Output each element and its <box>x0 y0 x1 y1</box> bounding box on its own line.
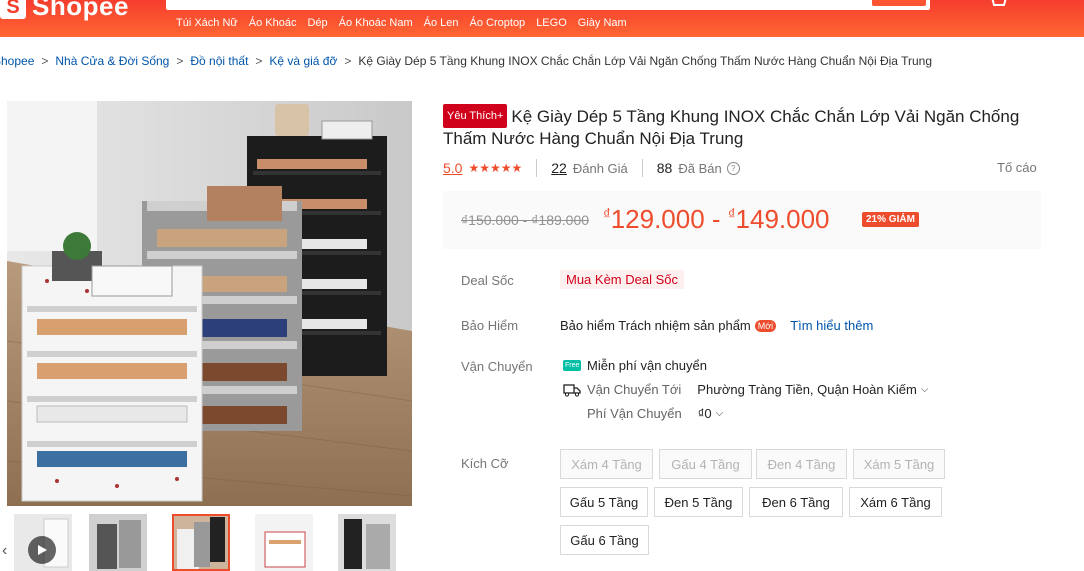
price-min: 129.000 <box>610 204 705 234</box>
search-hint-link[interactable]: Áo Khoác <box>249 17 297 29</box>
product-main-image[interactable] <box>7 101 412 506</box>
thumbnail-strip: ‹ <box>2 514 414 571</box>
ship-fee-row: Phí Vận Chuyển ₫0 ⌵ <box>587 406 723 421</box>
discount-badge: 21% GIẢM <box>862 212 919 227</box>
preferred-plus-badge: Yêu Thích+ <box>443 104 508 128</box>
chevron-right-icon: > <box>41 54 49 68</box>
currency-symbol: ₫ <box>603 206 611 223</box>
size-option-button: Đen 4 Tầng <box>756 449 847 479</box>
chevron-down-icon[interactable]: ⌵ <box>716 408 724 419</box>
shopee-bag-icon: S <box>0 0 26 19</box>
thumbnail-5[interactable] <box>338 514 396 571</box>
play-triangle <box>38 545 47 555</box>
thumbnail-4[interactable] <box>255 514 313 571</box>
shopee-logo[interactable]: S Shopee <box>0 0 129 22</box>
search-hint-link[interactable]: Giày Nam <box>578 17 627 29</box>
search-hint-link[interactable]: Túi Xách Nữ <box>176 17 238 29</box>
review-count[interactable]: 22 <box>551 160 567 176</box>
review-label: Đánh Giá <box>572 160 628 176</box>
ship-to-row: Vận Chuyển Tới Phường Tràng Tiền, Quận H… <box>563 382 928 397</box>
new-badge: Mới <box>754 319 777 332</box>
size-option-button[interactable]: Đen 6 Tầng <box>749 487 843 517</box>
price-box: ₫150.000 - ₫189.000 ₫129.000 - ₫149.000 … <box>443 191 1041 249</box>
chevron-right-icon: > <box>344 54 352 68</box>
ship-to-label: Vận Chuyển Tới <box>587 382 682 397</box>
free-badge-text: Free <box>565 362 580 369</box>
thumb-5-art <box>338 514 396 571</box>
breadcrumb-current: Kệ Giày Dép 5 Tầng Khung INOX Chắc Chắn … <box>358 54 932 68</box>
breadcrumb-link[interactable]: Shopee <box>0 54 34 68</box>
play-icon[interactable] <box>28 536 56 564</box>
ship-to-location[interactable]: Phường Tràng Tiền, Quận Hoàn Kiếm <box>697 382 917 397</box>
price-separator: - <box>711 204 721 234</box>
size-option-button: Xám 5 Tầng <box>853 449 945 479</box>
divider <box>641 159 643 177</box>
thumb-4-art <box>255 514 313 571</box>
chevron-right-icon: > <box>176 54 184 68</box>
breadcrumb-link[interactable]: Kệ và giá đỡ <box>269 54 337 68</box>
size-label: Kích Cỡ <box>461 456 509 471</box>
ship-fee-label: Phí Vận Chuyển <box>587 406 682 421</box>
search-suggestions: Túi Xách Nữ Áo Khoác Dép Áo Khoác Nam Áo Len… <box>176 17 638 29</box>
cart-icon[interactable] <box>988 0 1008 8</box>
breadcrumb: Shopee > Nhà Cửa & Đời Sống > Đồ nội thất > Kệ… <box>0 54 932 68</box>
size-option-button[interactable]: Gấu 5 Tầng <box>560 487 648 517</box>
thumb-3-art <box>172 514 230 571</box>
free-shipping-row: Free Miễn phí vận chuyển <box>563 358 707 373</box>
ship-fee-value[interactable]: ₫0 <box>698 406 712 421</box>
truck-icon <box>563 383 581 397</box>
logo-text: Shopee <box>32 0 129 21</box>
learn-more-link[interactable]: Tìm hiểu thêm <box>790 318 873 333</box>
size-option-button[interactable]: Gấu 6 Tầng <box>560 525 649 555</box>
sold-count: 88 <box>656 160 673 176</box>
deal-label: Deal Sốc <box>461 273 514 288</box>
deal-shock-tag[interactable]: Mua Kèm Deal Sốc <box>560 270 684 289</box>
insurance-value: Bảo hiểm Trách nhiệm sản phẩm <box>560 318 751 333</box>
star-rating-icon: ★★★★★ <box>468 161 523 175</box>
search-hint-link[interactable]: Dép <box>307 17 327 29</box>
free-shipping-icon: Free <box>563 360 581 371</box>
search-hint-link[interactable]: LEGO <box>536 17 567 29</box>
size-option-button: Xám 4 Tầng <box>560 449 653 479</box>
report-link[interactable]: Tố cáo <box>997 160 1037 175</box>
shipping-label: Vận Chuyển <box>461 359 533 374</box>
divider <box>536 159 538 177</box>
original-price: ₫150.000 - ₫189.000 <box>461 212 590 228</box>
prev-arrow-icon[interactable]: ‹ <box>2 542 7 560</box>
search-hint-link[interactable]: Áo Croptop <box>470 17 526 29</box>
product-title-text: Kệ Giày Dép 5 Tầng Khung INOX Chắc Chắn … <box>443 107 1020 148</box>
rating-value[interactable]: 5.0 <box>443 160 462 176</box>
breadcrumb-link[interactable]: Nhà Cửa & Đời Sống <box>55 54 169 68</box>
insurance-label: Bảo Hiểm <box>461 318 519 333</box>
currency-symbol: ₫ <box>727 206 736 223</box>
insurance-row: Bảo hiểm Trách nhiệm sản phẩm Mới Tìm hi… <box>560 318 873 333</box>
price-max: 149.000 <box>735 204 830 234</box>
rating-row: 5.0 ★★★★★ 22 Đánh Giá 88 Đã Bán ? <box>443 158 740 178</box>
current-price: ₫129.000 - ₫149.000 <box>603 204 830 235</box>
search-button[interactable] <box>872 0 926 6</box>
search-input[interactable] <box>166 0 930 10</box>
chevron-down-icon[interactable]: ⌵ <box>921 384 929 395</box>
free-shipping-text: Miễn phí vận chuyển <box>587 358 707 373</box>
size-option-button: Gấu 4 Tầng <box>659 449 752 479</box>
product-title: Yêu Thích+ Kệ Giày Dép 5 Tầng Khung INOX … <box>443 104 1043 150</box>
sold-label: Đã Bán <box>678 160 722 176</box>
search-hint-link[interactable]: Áo Khoác Nam <box>339 17 413 29</box>
breadcrumb-link[interactable]: Đồ nội thất <box>190 54 248 68</box>
header-bar: S Shopee Túi Xách Nữ Áo Khoác Dép Áo Khoác … <box>0 0 1084 37</box>
help-icon[interactable]: ? <box>726 161 740 175</box>
shoe-rack-photo <box>7 101 412 506</box>
thumbnail-3-selected[interactable] <box>172 514 230 571</box>
size-option-button[interactable]: Đen 5 Tầng <box>654 487 743 517</box>
thumb-2-art <box>89 514 147 571</box>
chevron-right-icon: > <box>255 54 263 68</box>
thumbnail-2[interactable] <box>89 514 147 571</box>
search-hint-link[interactable]: Áo Len <box>424 17 459 29</box>
size-option-button[interactable]: Xám 6 Tầng <box>849 487 942 517</box>
